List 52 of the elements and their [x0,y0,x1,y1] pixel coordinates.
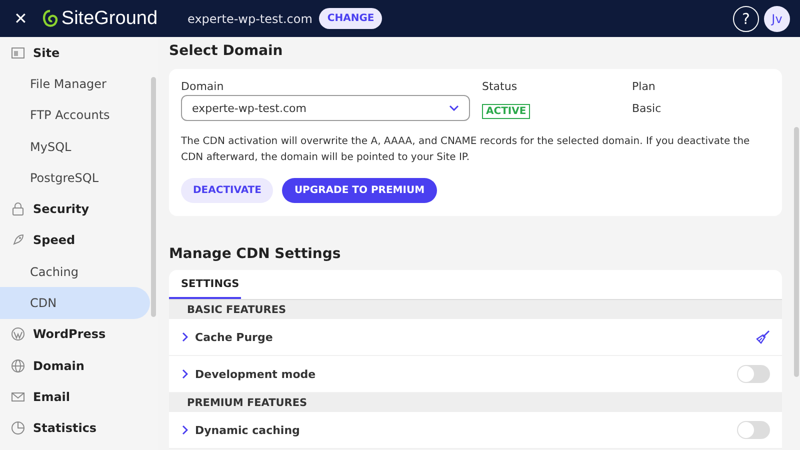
envelope-icon [11,390,25,404]
change-button[interactable]: CHANGE [319,8,382,29]
feature-name[interactable]: Cache Purge [195,330,273,344]
deactivate-button[interactable]: DEACTIVATE [181,178,274,203]
status-badge: ACTIVE [482,104,530,118]
feature-name[interactable]: Dynamic caching [195,424,300,436]
section-title: Manage CDN Settings [169,246,342,264]
feature-name[interactable]: Development mode [195,368,316,380]
pie-chart-icon [11,421,25,436]
sidebar-item[interactable]: FTP Accounts [0,100,150,131]
sidebar-item[interactable]: Domain [0,350,150,382]
field-label: Status [482,80,518,93]
field-label: Domain [181,80,225,93]
chevron-right-icon [182,425,188,435]
site-name: experte-wp-test.com [188,12,312,26]
group-header: BASIC FEATURES [169,300,782,319]
sidebar-item[interactable]: WordPress [0,318,150,350]
close-button[interactable]: ✕ [10,9,32,28]
broom-icon [756,330,770,344]
toggle-switch[interactable] [737,365,770,383]
toggle-switch[interactable] [737,421,770,439]
sidebar-item[interactable]: Security [0,193,150,225]
chevron-right-icon [182,332,188,342]
sidebar-item[interactable]: Statistics [0,412,150,444]
scrollbar[interactable] [151,77,156,317]
upgrade-button[interactable]: UPGRADE TO PREMIUM [282,178,437,203]
sidebar-item[interactable]: CDN [0,287,150,319]
avatar-button[interactable]: Jv [764,6,790,32]
help-button[interactable]: ? [733,6,759,32]
globe-icon [11,358,25,373]
spiral-icon [41,8,60,28]
sidebar-item[interactable]: PostgreSQL [0,162,150,194]
sidebar-item[interactable]: Site [0,37,150,68]
group-header: PREMIUM FEATURES [169,393,782,412]
sidebar-item[interactable]: Email [0,381,150,413]
chevron-down-icon [449,105,459,111]
logo-text: SiteGround [61,8,158,30]
field-label: Plan [632,80,656,93]
lock-icon [11,202,25,216]
section-title: Select Domain [169,43,284,61]
wordpress-icon [11,327,25,342]
scrollbar[interactable] [794,127,799,377]
sidebar-item[interactable]: Caching [0,256,150,288]
sidebar-item[interactable]: File Manager [0,68,150,100]
chevron-right-icon [182,369,188,379]
plan-value: Basic [632,102,662,114]
info-text: The CDN activation will overwrite the A, AAAA, and CNAME records for the selected domain. If you deactivate the CDN afterward, the domain will be pointed to your Site IP. [181,135,751,165]
sidebar-item[interactable]: MySQL [0,130,150,162]
sidebar-item[interactable]: Speed [0,224,150,256]
window-icon [11,46,25,60]
domain-dropdown[interactable]: experte-wp-test.com [181,95,470,121]
rocket-icon [11,233,25,248]
